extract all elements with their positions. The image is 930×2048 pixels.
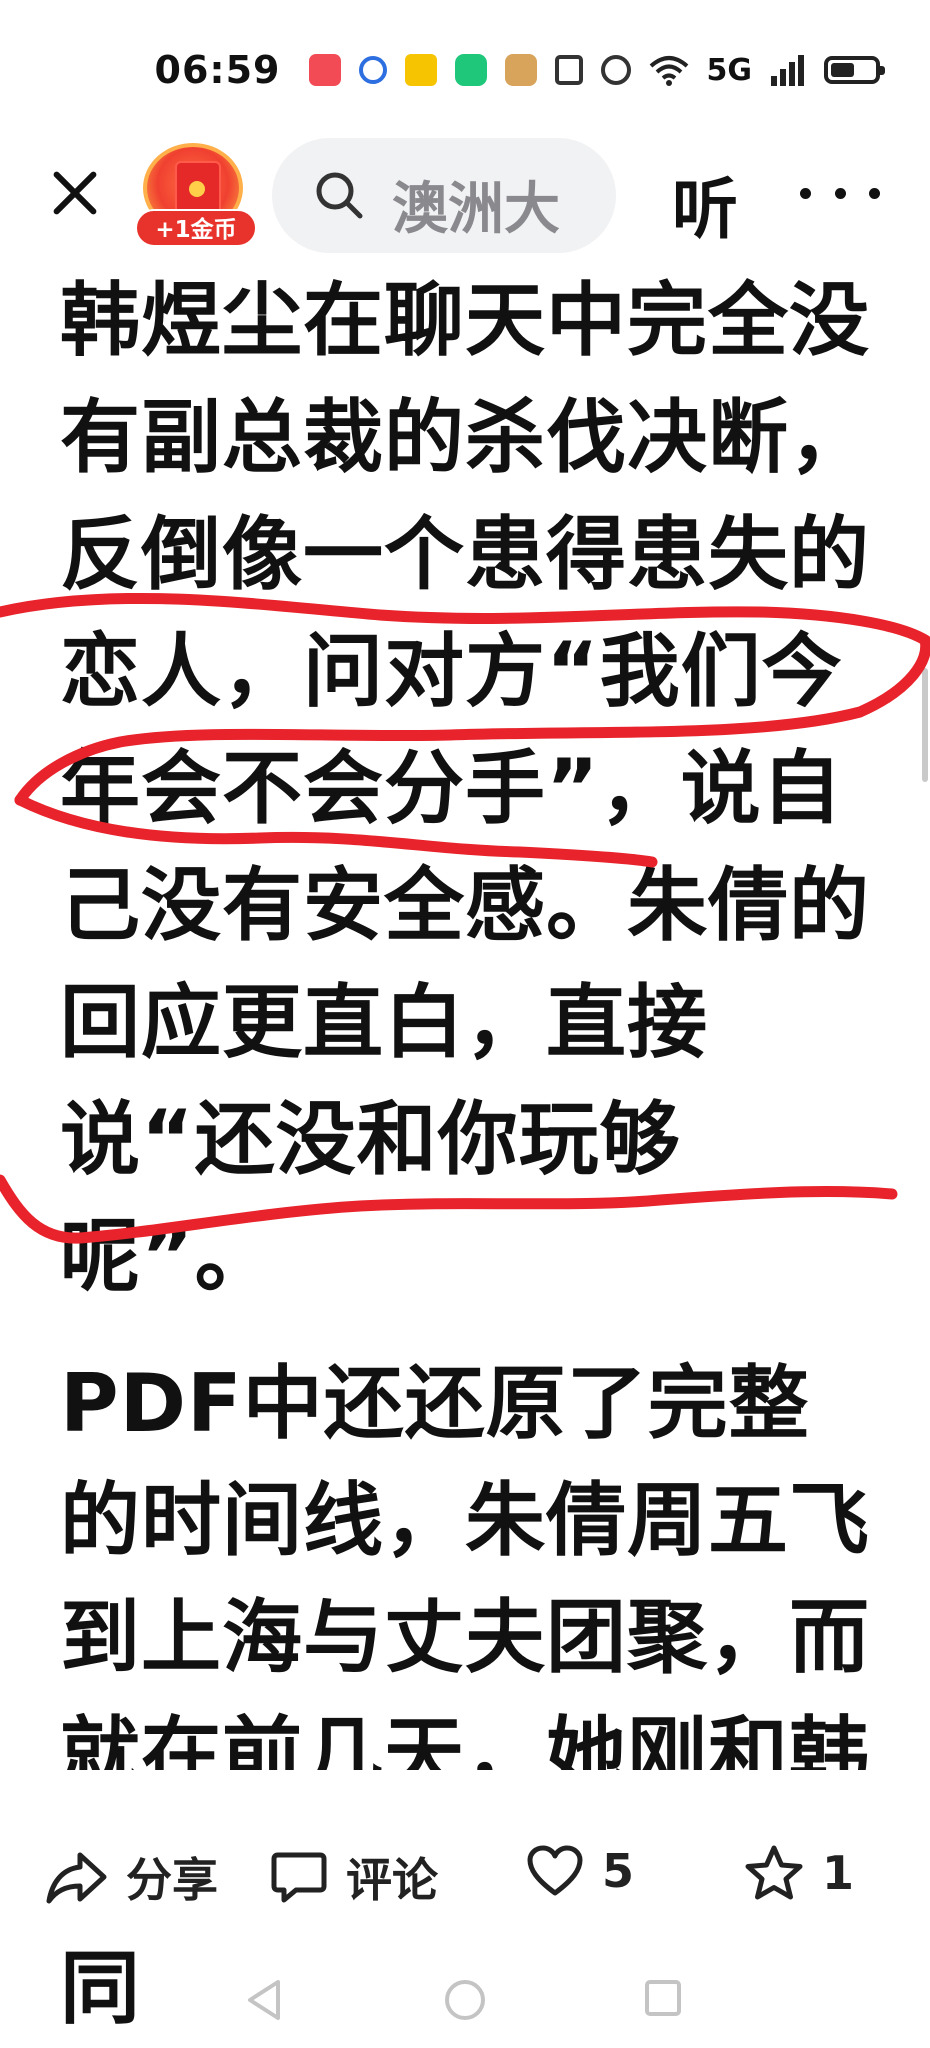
favorite-count: 1 xyxy=(822,1846,855,1900)
coin-badge: +1金币 xyxy=(135,209,257,247)
system-nav-bar xyxy=(0,1940,930,2048)
top-bar: +1金币 澳洲大 听 xyxy=(0,138,930,253)
close-button[interactable] xyxy=(40,158,110,228)
baidu-notification-icon xyxy=(358,56,387,84)
battery-level-fill xyxy=(831,63,854,77)
like-button[interactable]: 5 xyxy=(526,1844,634,1898)
share-icon xyxy=(46,1852,107,1904)
status-time: 06:59 xyxy=(154,48,281,92)
coin-reward-widget[interactable]: +1金币 xyxy=(133,143,259,251)
heart-icon xyxy=(527,1845,583,1896)
more-dot-icon xyxy=(834,187,846,199)
share-label: 分享 xyxy=(126,1853,218,1907)
app-notification-icon xyxy=(308,54,341,86)
network-type-label: 5G xyxy=(706,52,753,88)
battery-icon xyxy=(824,56,885,84)
comment-label: 评论 xyxy=(346,1853,438,1907)
search-input[interactable]: 澳洲大 xyxy=(272,138,616,253)
more-dot-icon xyxy=(869,187,880,199)
favorite-button[interactable]: 1 xyxy=(744,1844,854,1902)
bottom-action-bar: 分享 评论 5 1 xyxy=(0,1820,930,1930)
search-query-text: 澳洲大 xyxy=(392,177,560,242)
more-options-button[interactable] xyxy=(800,178,880,208)
article-paragraph: 韩煜尘在聊天中完全没有副总裁的杀伐决断，反倒像一个患得患失的恋人，问对方“我们今… xyxy=(60,274,870,1303)
recent-apps-icon[interactable] xyxy=(643,1978,683,2018)
star-icon xyxy=(745,1845,803,1900)
comment-icon xyxy=(271,1852,327,1903)
back-icon[interactable] xyxy=(244,1978,284,2022)
signal-icon xyxy=(771,55,804,86)
app-notification-icon xyxy=(404,54,437,86)
app-notification-icon xyxy=(454,54,487,86)
status-bar: 06:59 5G xyxy=(0,0,930,140)
comment-button[interactable]: 评论 xyxy=(270,1844,438,1910)
home-icon[interactable] xyxy=(443,1978,487,2022)
wifi-icon xyxy=(649,56,688,86)
share-button[interactable]: 分享 xyxy=(46,1844,218,1910)
scroll-indicator[interactable] xyxy=(922,668,928,782)
alarm-icon xyxy=(600,55,631,85)
search-icon xyxy=(316,172,363,219)
app-notification-icon xyxy=(504,54,537,86)
listen-button[interactable]: 听 xyxy=(672,156,738,252)
more-dot-icon xyxy=(800,187,811,199)
like-count: 5 xyxy=(602,1844,635,1898)
nfc-icon xyxy=(554,55,583,85)
